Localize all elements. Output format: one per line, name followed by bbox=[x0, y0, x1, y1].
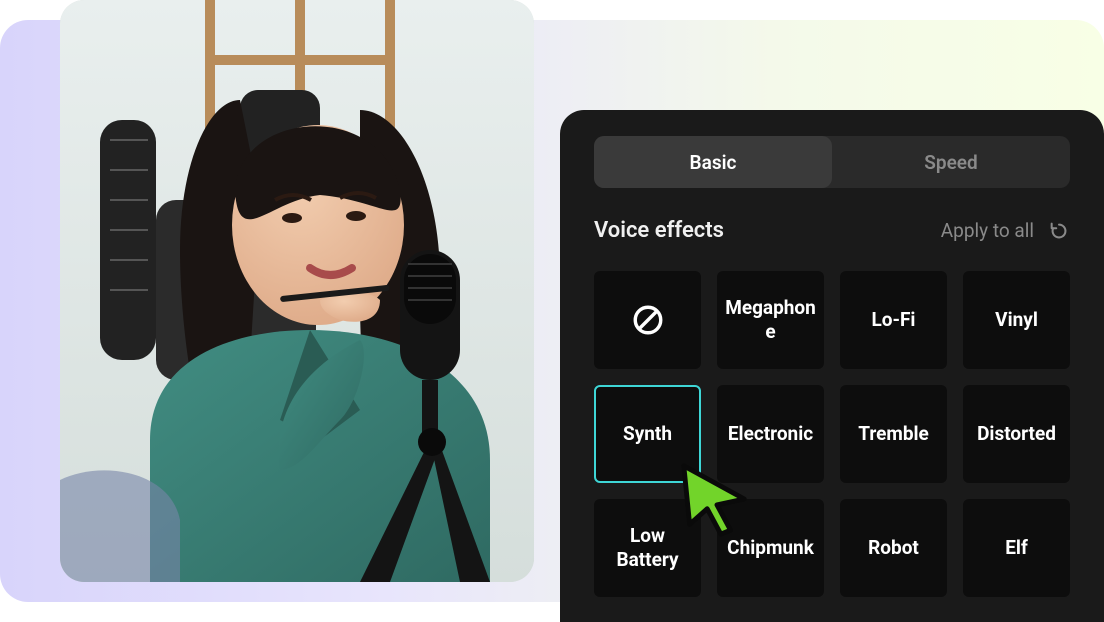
apply-to-all-button[interactable]: Apply to all bbox=[941, 219, 1034, 242]
tabs: Basic Speed bbox=[594, 136, 1070, 188]
reset-button[interactable] bbox=[1048, 220, 1070, 242]
effects-grid: Megaphone Lo-Fi Vinyl Synth Electronic T… bbox=[594, 271, 1070, 597]
effect-synth[interactable]: Synth bbox=[594, 385, 701, 483]
hero-photo bbox=[60, 0, 534, 582]
effect-low-battery[interactable]: Low Battery bbox=[594, 499, 701, 597]
none-icon bbox=[631, 303, 665, 337]
effect-chipmunk[interactable]: Chipmunk bbox=[717, 499, 824, 597]
panel-title: Voice effects bbox=[594, 218, 724, 243]
effect-elf[interactable]: Elf bbox=[963, 499, 1070, 597]
panel-header: Voice effects Apply to all bbox=[594, 218, 1070, 243]
tab-basic[interactable]: Basic bbox=[594, 136, 832, 188]
effect-vinyl[interactable]: Vinyl bbox=[963, 271, 1070, 369]
effect-robot[interactable]: Robot bbox=[840, 499, 947, 597]
effect-electronic[interactable]: Electronic bbox=[717, 385, 824, 483]
effect-tremble[interactable]: Tremble bbox=[840, 385, 947, 483]
effect-lofi[interactable]: Lo-Fi bbox=[840, 271, 947, 369]
voice-effects-panel: Basic Speed Voice effects Apply to all M… bbox=[560, 110, 1104, 622]
reset-icon bbox=[1048, 220, 1070, 242]
effect-none[interactable] bbox=[594, 271, 701, 369]
effect-distorted[interactable]: Distorted bbox=[963, 385, 1070, 483]
effect-megaphone[interactable]: Megaphone bbox=[717, 271, 824, 369]
apply-wrap: Apply to all bbox=[941, 219, 1070, 242]
tab-speed[interactable]: Speed bbox=[832, 136, 1070, 188]
